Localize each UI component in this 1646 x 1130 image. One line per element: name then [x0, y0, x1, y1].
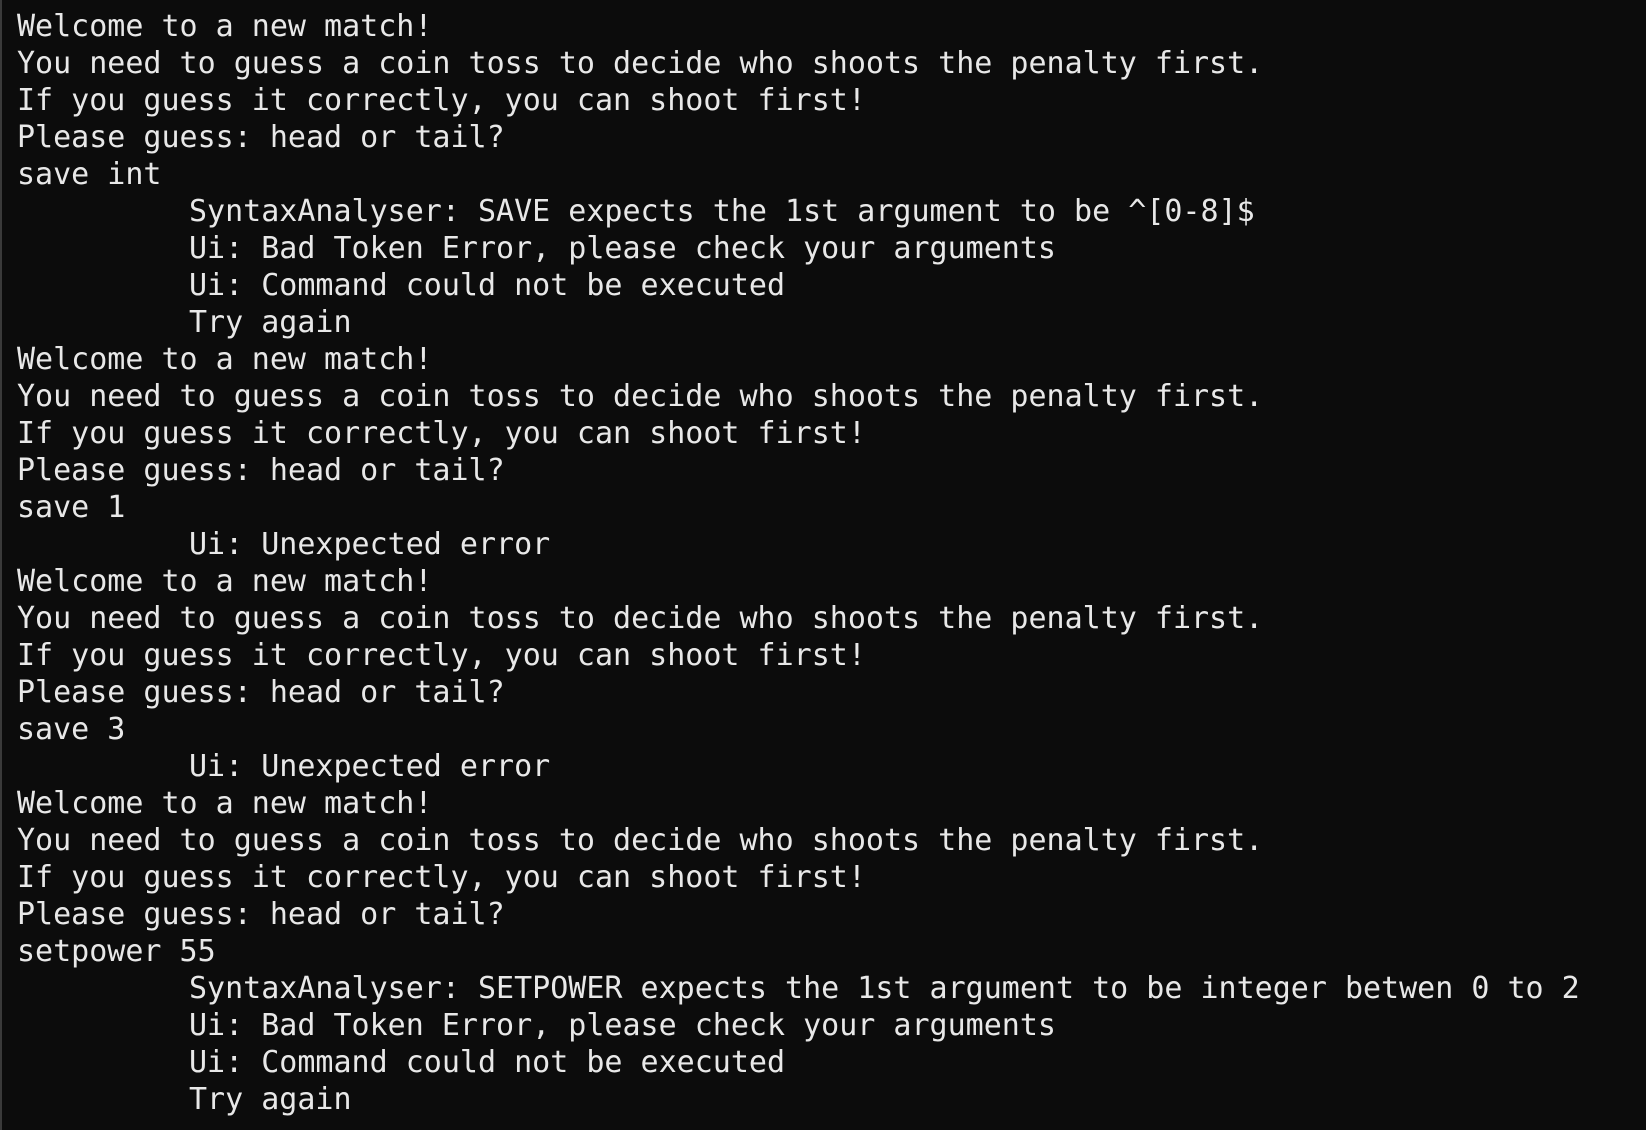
terminal-message-line: Ui: Bad Token Error, please check your a…	[189, 1008, 1056, 1043]
terminal-message-line: Try again	[189, 1082, 352, 1117]
terminal-message-line: Ui: Unexpected error	[189, 527, 551, 562]
terminal-line: If you guess it correctly, you can shoot…	[17, 860, 866, 895]
terminal-message-line: SyntaxAnalyser: SAVE expects the 1st arg…	[189, 194, 1255, 229]
terminal-line: Welcome to a new match!	[17, 9, 433, 44]
terminal-line: If you guess it correctly, you can shoot…	[17, 416, 866, 451]
terminal-line: If you guess it correctly, you can shoot…	[17, 638, 866, 673]
terminal-line: Please guess: head or tail?	[17, 675, 505, 710]
terminal-line: save 3	[17, 712, 126, 747]
terminal-line: Please guess: head or tail?	[17, 453, 505, 488]
terminal-line: Welcome to a new match!	[17, 342, 433, 377]
terminal-line: Please guess: head or tail?	[17, 897, 505, 932]
terminal-line: You need to guess a coin toss to decide …	[17, 823, 1264, 858]
terminal-message-line: Ui: Command could not be executed	[189, 268, 786, 303]
terminal-line: setpower 55	[17, 934, 216, 969]
terminal-message-line: Try again	[189, 305, 352, 340]
terminal-line: If you guess it correctly, you can shoot…	[17, 83, 866, 118]
terminal-line: Welcome to a new match!	[17, 564, 433, 599]
terminal-message-line: Ui: Unexpected error	[189, 749, 551, 784]
terminal-line: You need to guess a coin toss to decide …	[17, 379, 1264, 414]
terminal-line: save int	[17, 157, 162, 192]
terminal-message-line: Ui: Command could not be executed	[189, 1045, 786, 1080]
terminal-line: save 1	[17, 490, 126, 525]
terminal-line: You need to guess a coin toss to decide …	[17, 46, 1264, 81]
terminal-line: Welcome to a new match!	[17, 786, 433, 821]
terminal-line: Please guess: head or tail?	[17, 120, 505, 155]
terminal-message-line: Ui: Bad Token Error, please check your a…	[189, 231, 1056, 266]
terminal-window[interactable]: Welcome to a new match! You need to guess…	[0, 0, 1646, 1130]
terminal-line: You need to guess a coin toss to decide …	[17, 601, 1264, 636]
terminal-message-line: SyntaxAnalyser: SETPOWER expects the 1st…	[189, 971, 1580, 1006]
terminal-output: Welcome to a new match! You need to guess…	[17, 8, 1646, 1118]
